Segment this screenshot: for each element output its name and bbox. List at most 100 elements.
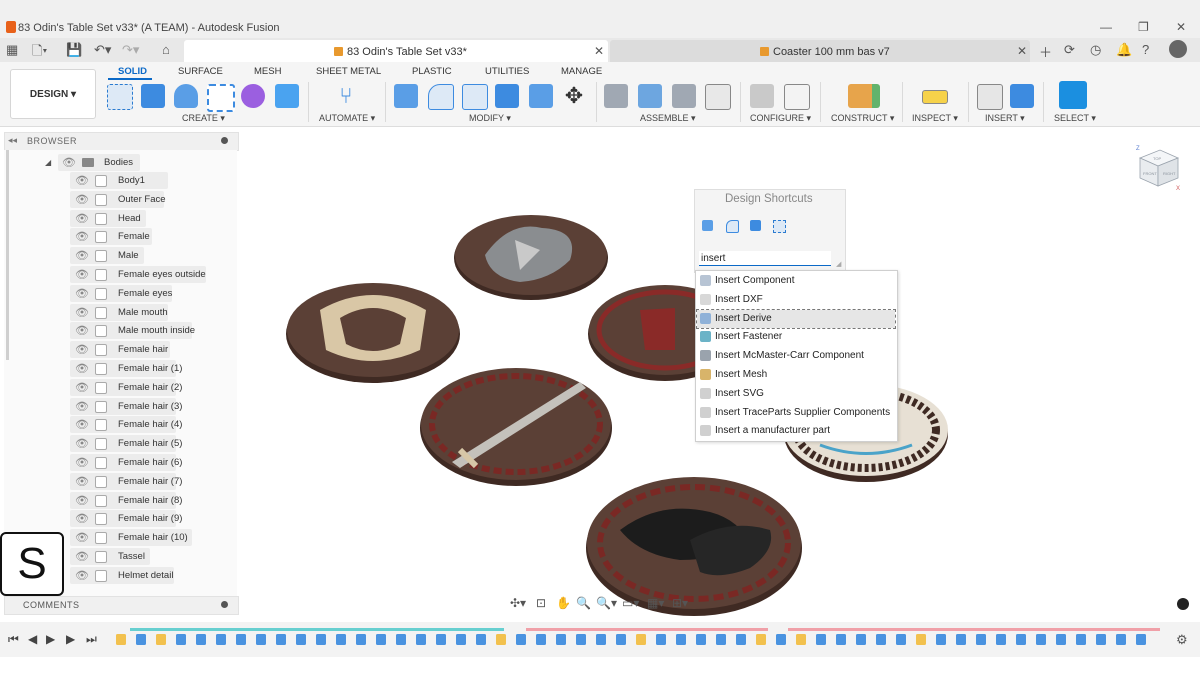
timeline-feature-marker[interactable] bbox=[756, 634, 766, 645]
timeline-feature-marker[interactable] bbox=[736, 634, 746, 645]
browser-item[interactable]: 👁 Female hair (2) bbox=[70, 378, 182, 396]
body-checkbox-icon[interactable] bbox=[95, 532, 107, 545]
configure-menu[interactable]: CONFIGURE ▾ bbox=[750, 113, 811, 124]
timeline-feature-marker[interactable] bbox=[416, 634, 426, 645]
body-checkbox-icon[interactable] bbox=[95, 175, 107, 187]
timeline-feature-marker[interactable] bbox=[376, 634, 386, 645]
body-checkbox-icon[interactable] bbox=[95, 475, 107, 488]
visibility-eye-icon[interactable]: 👁 bbox=[75, 174, 89, 187]
move-copy-icon[interactable]: ✥ bbox=[562, 84, 586, 108]
timeline-feature-marker[interactable] bbox=[136, 634, 146, 645]
body-checkbox-icon[interactable] bbox=[95, 400, 107, 413]
save-icon[interactable]: 💾 bbox=[66, 42, 82, 58]
timeline-feature-marker[interactable] bbox=[216, 634, 226, 645]
create-menu[interactable]: CREATE ▾ bbox=[182, 113, 225, 124]
timeline-feature-marker[interactable] bbox=[356, 634, 366, 645]
box-icon[interactable] bbox=[275, 84, 299, 108]
visibility-eye-icon[interactable]: 👁 bbox=[75, 268, 89, 281]
help-icon[interactable]: ? bbox=[1142, 42, 1149, 57]
tab-manage[interactable]: MANAGE bbox=[561, 66, 602, 77]
body-checkbox-icon[interactable] bbox=[95, 494, 107, 507]
new-component-icon[interactable] bbox=[604, 84, 628, 108]
joint-icon[interactable] bbox=[638, 84, 662, 108]
minimize-icon[interactable]: — bbox=[1100, 20, 1112, 34]
shortcut-result-item[interactable]: Insert Fastener bbox=[697, 328, 895, 346]
collapse-panel-icon[interactable]: ◂◂ bbox=[8, 135, 17, 146]
home-icon[interactable]: ⌂ bbox=[162, 42, 170, 57]
user-avatar[interactable] bbox=[1169, 40, 1187, 58]
browser-item[interactable]: 👁 Male bbox=[70, 247, 144, 265]
timeline-feature-marker[interactable] bbox=[1056, 634, 1066, 645]
body-checkbox-icon[interactable] bbox=[95, 193, 107, 206]
timeline-feature-marker[interactable] bbox=[1116, 634, 1126, 645]
timeline-feature-marker[interactable] bbox=[716, 634, 726, 645]
visibility-eye-icon[interactable]: 👁 bbox=[75, 212, 89, 225]
shortcut-result-item[interactable]: Insert Mesh bbox=[697, 366, 895, 384]
body-checkbox-icon[interactable] bbox=[95, 287, 107, 300]
body-checkbox-icon[interactable] bbox=[95, 231, 107, 244]
shortcut-result-item[interactable]: Insert DXF bbox=[697, 291, 895, 309]
browser-item[interactable]: 👁 Female hair bbox=[70, 341, 170, 359]
browser-item[interactable]: 👁 Female hair (1) bbox=[70, 360, 182, 377]
step-back-icon[interactable]: ◀ bbox=[28, 632, 37, 646]
viewports-icon[interactable]: ⊞▾ bbox=[672, 596, 688, 610]
visibility-eye-icon[interactable]: 👁 bbox=[75, 550, 89, 563]
body-checkbox-icon[interactable] bbox=[95, 363, 107, 375]
visibility-eye-icon[interactable]: 👁 bbox=[75, 456, 89, 469]
extrude-icon[interactable] bbox=[141, 84, 165, 108]
body-checkbox-icon[interactable] bbox=[95, 250, 107, 263]
close-tab-icon[interactable]: ✕ bbox=[1017, 44, 1027, 58]
browser-item[interactable]: 👁 Female hair (10) bbox=[70, 529, 192, 547]
visibility-eye-icon[interactable]: 👁 bbox=[75, 531, 89, 544]
visibility-eye-icon[interactable]: 👁 bbox=[75, 324, 89, 337]
timeline-feature-marker[interactable] bbox=[956, 634, 966, 645]
browser-item[interactable]: 👁 Female hair (8) bbox=[70, 491, 182, 509]
timeline-feature-marker[interactable] bbox=[156, 634, 166, 645]
modify-menu[interactable]: MODIFY ▾ bbox=[469, 113, 511, 124]
timeline-feature-marker[interactable] bbox=[636, 634, 646, 645]
select-icon[interactable] bbox=[1059, 81, 1087, 109]
body-checkbox-icon[interactable] bbox=[95, 269, 107, 281]
form-icon[interactable] bbox=[241, 84, 265, 108]
shortcut-extrude-icon[interactable] bbox=[702, 220, 713, 231]
tab-plastic[interactable]: PLASTIC bbox=[412, 66, 452, 77]
timeline-feature-marker[interactable] bbox=[476, 634, 486, 645]
timeline-feature-marker[interactable] bbox=[936, 634, 946, 645]
browser-item[interactable]: 👁 Male mouth inside bbox=[70, 322, 195, 340]
visibility-eye-icon[interactable]: 👁 bbox=[75, 381, 89, 394]
timeline-feature-marker[interactable] bbox=[1036, 634, 1046, 645]
browser-item[interactable]: 👁 Tassel bbox=[70, 548, 150, 565]
automate-menu[interactable]: AUTOMATE ▾ bbox=[319, 113, 375, 124]
timeline-feature-marker[interactable] bbox=[336, 634, 346, 645]
automate-icon[interactable]: ⑂ bbox=[334, 84, 358, 108]
browser-item[interactable]: 👁 Helmet detail bbox=[70, 566, 174, 584]
visibility-eye-icon[interactable]: 👁 bbox=[75, 437, 89, 450]
timeline-feature-marker[interactable] bbox=[456, 634, 466, 645]
timeline-feature-marker[interactable] bbox=[876, 634, 886, 645]
timeline-feature-marker[interactable] bbox=[576, 634, 586, 645]
go-to-end-icon[interactable]: ⏭ bbox=[86, 632, 97, 647]
timeline-feature-marker[interactable] bbox=[436, 634, 446, 645]
step-forward-icon[interactable]: ▶ bbox=[66, 632, 75, 646]
timeline-feature-marker[interactable] bbox=[1076, 634, 1086, 645]
visibility-eye-icon[interactable]: 👁 bbox=[75, 512, 89, 525]
body-checkbox-icon[interactable] bbox=[95, 513, 107, 526]
timeline-track[interactable] bbox=[108, 628, 1164, 652]
timeline-feature-marker[interactable] bbox=[556, 634, 566, 645]
timeline-feature-marker[interactable] bbox=[1136, 634, 1146, 645]
timeline-feature-marker[interactable] bbox=[916, 634, 926, 645]
viewcube[interactable]: TOP FRONT RIGHT Z X bbox=[1136, 144, 1182, 190]
timeline-feature-marker[interactable] bbox=[776, 634, 786, 645]
timeline-feature-marker[interactable] bbox=[976, 634, 986, 645]
timeline-feature-marker[interactable] bbox=[116, 634, 126, 645]
chamfer-icon[interactable] bbox=[462, 84, 488, 110]
browser-item[interactable]: 👁 Female eyes bbox=[70, 284, 172, 302]
shortcut-combine-icon[interactable] bbox=[750, 220, 761, 231]
press-pull-icon[interactable] bbox=[394, 84, 418, 108]
timeline-feature-marker[interactable] bbox=[276, 634, 286, 645]
pin-icon[interactable] bbox=[221, 137, 228, 144]
shortcut-result-item[interactable]: Insert a manufacturer part bbox=[697, 422, 895, 440]
timeline-feature-marker[interactable] bbox=[856, 634, 866, 645]
undo-icon[interactable]: ↶▾ bbox=[94, 42, 111, 58]
timeline-feature-marker[interactable] bbox=[796, 634, 806, 645]
